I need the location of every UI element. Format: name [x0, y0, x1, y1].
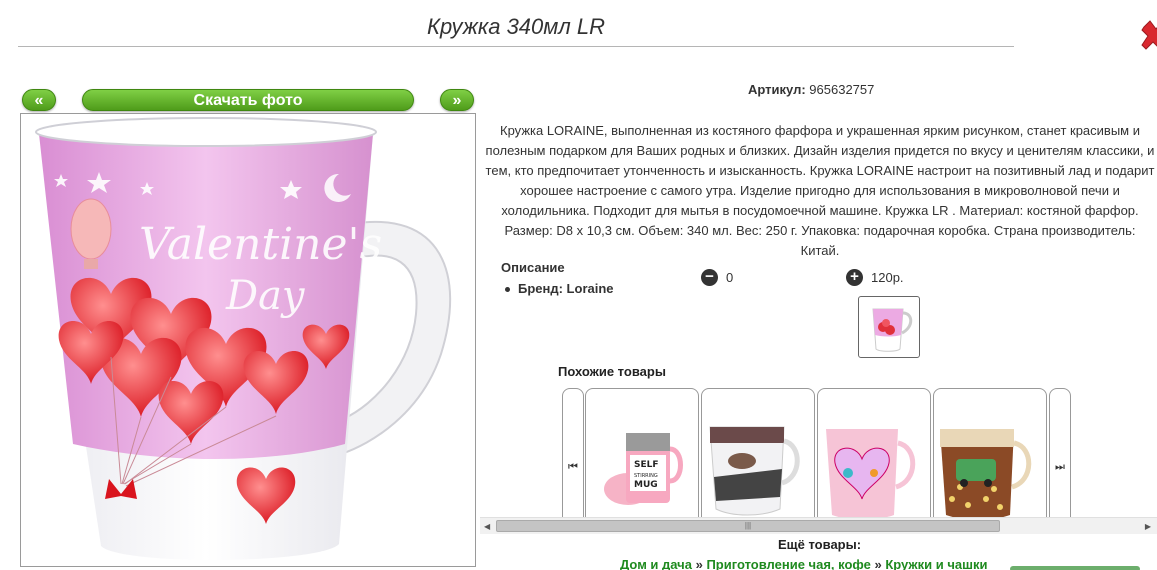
article-label: Артикул: — [748, 82, 806, 97]
article-line: Артикул: 965632757 — [748, 82, 874, 97]
brand-text: Бренд: Loraine — [518, 281, 614, 296]
price-counter: + 120р. — [846, 269, 904, 286]
breadcrumb-separator: » — [874, 557, 882, 570]
next-photo-button[interactable]: » — [440, 89, 474, 111]
similar-card-car[interactable] — [933, 388, 1047, 528]
price-value: 120р. — [871, 270, 904, 285]
mug-print-line2: Day — [225, 273, 306, 319]
title-divider — [18, 46, 1014, 47]
similar-heading: Похожие товары — [558, 364, 666, 379]
similar-card-self-stirring[interactable]: SELF STIRRING MUG — [585, 388, 699, 528]
article-value: 965632757 — [809, 82, 875, 97]
carousel-next-button[interactable]: ⏭ — [1049, 388, 1071, 528]
product-thumbnail[interactable] — [858, 296, 920, 358]
specs-heading: Описание — [501, 260, 565, 275]
similar-carousel: ⏮ SELF STIRRING MUG ⏭ — [480, 385, 1157, 533]
plus-circle-icon[interactable]: + — [846, 269, 863, 286]
breadcrumb-separator: » — [695, 557, 703, 570]
dislike-count: 0 — [726, 270, 734, 285]
product-photo[interactable]: Valentine's Day — [20, 113, 476, 567]
skip-forward-icon: ⏭ — [1055, 461, 1065, 473]
svg-text:MUG: MUG — [634, 480, 658, 490]
link-underline-decoration — [1010, 566, 1140, 570]
minus-circle-icon[interactable]: − — [701, 269, 718, 286]
breadcrumb-link-dom-i-dacha[interactable]: Дом и дача — [620, 557, 692, 570]
carousel-prev-button[interactable]: ⏮ — [562, 388, 584, 528]
page-title: Кружка 340мл LR — [426, 14, 606, 39]
scroll-right-icon[interactable]: ▶ — [1145, 522, 1151, 531]
close-icon[interactable] — [1141, 18, 1157, 52]
breadcrumb-link-tea-coffee[interactable]: Приготовление чая, кофе — [706, 557, 870, 570]
similar-card-heart[interactable] — [817, 388, 931, 528]
horizontal-scrollbar[interactable]: ◀ ||| ▶ — [480, 517, 1157, 534]
skip-back-icon: ⏮ — [568, 461, 578, 473]
product-description: Кружка LORAINE, выполненная из костяного… — [485, 123, 1155, 258]
mug-print-line1: Valentine's — [139, 219, 382, 270]
prev-photo-button[interactable]: « — [22, 89, 56, 111]
breadcrumb: Дом и дача » Приготовление чая, кофе » К… — [620, 557, 987, 570]
breadcrumb-link-mugs[interactable]: Кружки и чашки — [885, 557, 987, 570]
similar-card-fashion[interactable] — [701, 388, 815, 528]
svg-text:STIRRING: STIRRING — [634, 473, 658, 479]
scrollbar-thumb[interactable]: ||| — [496, 520, 1000, 532]
card-print-text: SELF — [634, 460, 659, 470]
download-photo-button[interactable]: Скачать фото — [82, 89, 414, 111]
scroll-left-icon[interactable]: ◀ — [484, 522, 490, 531]
bullet-icon — [505, 287, 510, 293]
brand-item: Бренд: Loraine — [505, 281, 614, 296]
more-products-heading: Ещё товары: — [778, 537, 862, 552]
dislike-counter: − 0 — [701, 269, 733, 286]
mug-illustration: Valentine's Day — [35, 117, 452, 561]
